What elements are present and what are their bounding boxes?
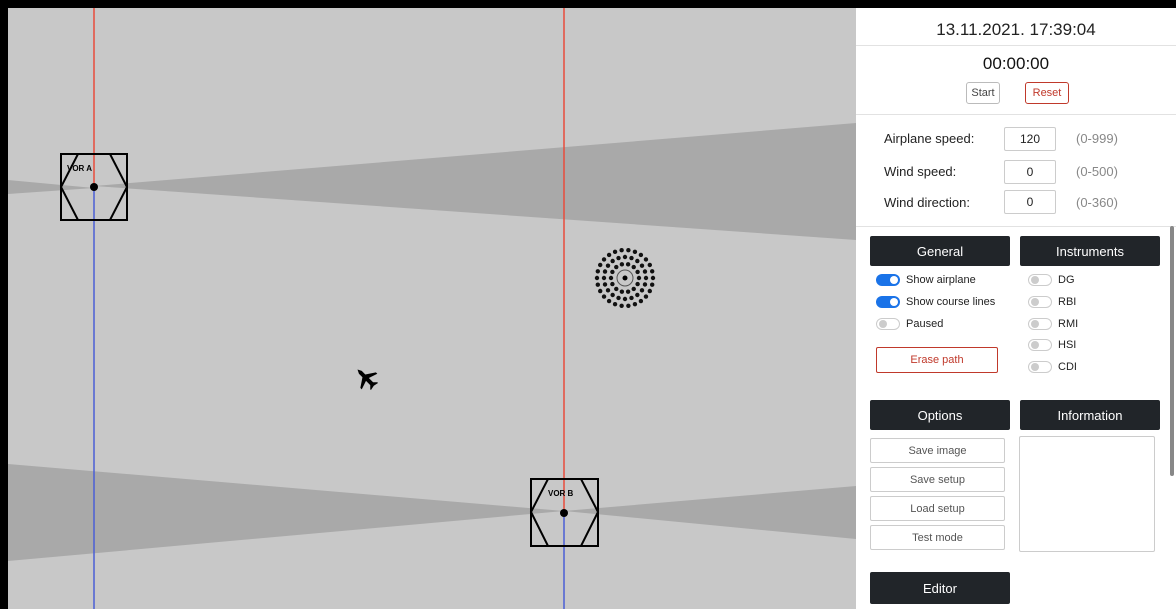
wind-direction-input[interactable]: 0 — [1004, 190, 1056, 214]
switch-icon — [1028, 318, 1052, 330]
toggle-cdi[interactable]: CDI — [1028, 361, 1077, 373]
airplane-icon[interactable] — [350, 362, 383, 395]
airplane-speed-range: (0-999) — [1076, 131, 1118, 146]
editor-header-button[interactable]: Editor — [870, 572, 1010, 604]
toggle-label: Show course lines — [906, 296, 996, 308]
vor-b-east-sector — [564, 486, 856, 539]
toggle-rmi[interactable]: RMI — [1028, 318, 1078, 330]
load-setup-button[interactable]: Load setup — [870, 496, 1005, 521]
information-box — [1019, 436, 1155, 552]
wind-direction-label: Wind direction: — [884, 195, 970, 210]
switch-icon — [1028, 339, 1052, 351]
airplane-speed-input[interactable]: 120 — [1004, 127, 1056, 151]
toggle-label: Show airplane — [906, 274, 976, 286]
save-setup-button[interactable]: Save setup — [870, 467, 1005, 492]
divider — [856, 45, 1176, 46]
toggle-label: Paused — [906, 318, 944, 330]
toggle-label: DG — [1058, 274, 1075, 286]
switch-icon — [876, 296, 900, 308]
panel-scrollbar[interactable] — [1170, 226, 1174, 476]
wind-speed-input[interactable]: 0 — [1004, 160, 1056, 184]
information-header-button[interactable]: Information — [1020, 400, 1160, 430]
options-header-button[interactable]: Options — [870, 400, 1010, 430]
airplane-speed-label: Airplane speed: — [884, 131, 975, 146]
vor-a-east-sector — [94, 123, 856, 240]
wind-direction-range: (0-360) — [1076, 195, 1118, 210]
switch-icon — [1028, 296, 1052, 308]
divider — [856, 226, 1176, 227]
toggle-paused[interactable]: Paused — [876, 318, 943, 330]
vor-a-label: VOR A — [67, 164, 92, 173]
wind-speed-label: Wind speed: — [884, 164, 957, 179]
switch-icon — [876, 274, 900, 286]
ndb-beacon-icon[interactable] — [594, 248, 656, 308]
switch-icon — [1028, 361, 1052, 373]
current-datetime: 13.11.2021. 17:39:04 — [936, 20, 1096, 39]
switch-icon — [1028, 274, 1052, 286]
toggle-dg[interactable]: DG — [1028, 274, 1075, 286]
toggle-hsi[interactable]: HSI — [1028, 339, 1076, 351]
vor-b-label: VOR B — [548, 489, 574, 498]
toggle-label: HSI — [1058, 339, 1077, 351]
switch-icon — [876, 318, 900, 330]
erase-path-button[interactable]: Erase path — [876, 347, 998, 373]
divider — [856, 114, 1176, 115]
navigation-map[interactable]: VOR A VOR B — [8, 8, 856, 609]
vor-a-west-sector — [8, 180, 94, 194]
map-canvas: VOR A VOR B — [8, 8, 856, 609]
timer-display: 00:00:00 — [982, 54, 1050, 73]
toggle-label: RBI — [1058, 296, 1077, 308]
toggle-rbi[interactable]: RBI — [1028, 296, 1076, 308]
reset-button[interactable]: Reset — [1025, 82, 1069, 104]
toggle-show-course-lines[interactable]: Show course lines — [876, 296, 995, 308]
save-image-button[interactable]: Save image — [870, 438, 1005, 463]
wind-speed-range: (0-500) — [1076, 164, 1118, 179]
toggle-label: RMI — [1058, 318, 1079, 330]
toggle-show-airplane[interactable]: Show airplane — [876, 274, 976, 286]
toggle-label: CDI — [1058, 361, 1077, 373]
general-header-button[interactable]: General — [870, 236, 1010, 266]
instruments-header-button[interactable]: Instruments — [1020, 236, 1160, 266]
control-panel: 13.11.2021. 17:39:04 00:00:00 Start Rese… — [856, 8, 1176, 609]
test-mode-button[interactable]: Test mode — [870, 525, 1005, 550]
start-button[interactable]: Start — [966, 82, 1000, 104]
vor-b-west-sector — [8, 464, 564, 561]
